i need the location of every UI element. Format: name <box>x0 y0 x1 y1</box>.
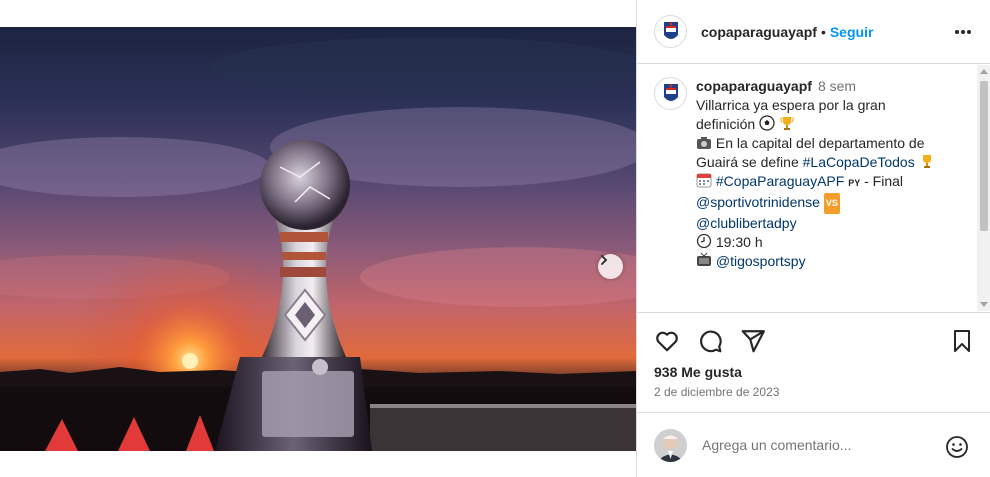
hashtag-link[interactable]: #CopaParaguayAPF <box>716 173 844 189</box>
copa-paraguay-logo-icon <box>663 21 678 39</box>
user-avatar[interactable] <box>654 428 687 462</box>
more-options-icon[interactable] <box>953 22 973 42</box>
copa-paraguay-logo-icon <box>663 83 678 101</box>
clock-icon <box>696 233 712 249</box>
caption-scrollbar[interactable] <box>977 65 990 311</box>
caption-username[interactable]: copaparaguayapf <box>696 78 812 94</box>
caption-line: Guairá se define <box>696 154 799 170</box>
separator-dot: • <box>820 23 826 40</box>
post-side-panel: copaparaguayapf • Seguir copaparaguayapf… <box>636 0 990 477</box>
trophy-icon <box>780 117 794 130</box>
bookmark-icon[interactable] <box>950 328 974 354</box>
account-avatar[interactable] <box>654 15 687 48</box>
trophy-sunset-photo <box>0 37 636 451</box>
chevron-right-icon <box>601 255 608 265</box>
post-header: copaparaguayapf • Seguir <box>637 0 990 64</box>
paraguay-flag-label: PY <box>848 178 861 188</box>
trophy-icon <box>922 155 931 168</box>
comment-bar <box>637 412 990 477</box>
vs-badge: VS <box>823 193 840 214</box>
post-time-ago[interactable]: 8 sem <box>818 78 856 94</box>
next-slide-button[interactable] <box>598 254 623 279</box>
comment-input[interactable] <box>702 437 922 453</box>
caption-line: En la capital del departamento de <box>715 135 925 151</box>
comment-icon[interactable] <box>697 328 723 354</box>
like-count[interactable]: 938 Me gusta <box>654 364 742 380</box>
post-date[interactable]: 2 de diciembre de 2023 <box>654 385 779 399</box>
soccer-ball-icon <box>759 115 775 131</box>
follow-button[interactable]: Seguir <box>830 24 874 40</box>
hashtag-link[interactable]: #LaCopaDeTodos <box>803 154 915 170</box>
mention-link[interactable]: @sportivotrinidense <box>696 194 820 210</box>
mention-link[interactable]: @tigosportspy <box>716 253 806 269</box>
caption-avatar[interactable] <box>654 77 687 110</box>
match-time: 19:30 h <box>715 234 763 250</box>
post-actions: 938 Me gusta 2 de diciembre de 2023 <box>637 312 990 412</box>
scroll-up-arrow[interactable] <box>980 69 988 74</box>
caption-area: copaparaguayapf 8 sem Villarrica ya esper… <box>637 65 977 311</box>
user-photo <box>654 428 687 462</box>
tv-icon <box>697 252 711 266</box>
scroll-down-arrow[interactable] <box>980 302 988 307</box>
account-username[interactable]: copaparaguayapf <box>701 24 817 40</box>
caption-line: definición <box>696 116 756 132</box>
calendar-icon <box>696 173 712 188</box>
heart-icon[interactable] <box>654 328 680 354</box>
scrollbar-thumb[interactable] <box>980 81 988 231</box>
post-media[interactable] <box>0 27 636 451</box>
caption-text: copaparaguayapf 8 sem Villarrica ya esper… <box>696 77 966 271</box>
smiley-icon[interactable] <box>945 435 969 459</box>
camera-icon <box>697 137 711 149</box>
caption-line: Villarrica ya espera por la gran <box>696 97 886 113</box>
mention-link[interactable]: @clublibertadpy <box>696 215 797 231</box>
caption-line: - Final <box>864 173 904 189</box>
share-icon[interactable] <box>740 328 766 354</box>
